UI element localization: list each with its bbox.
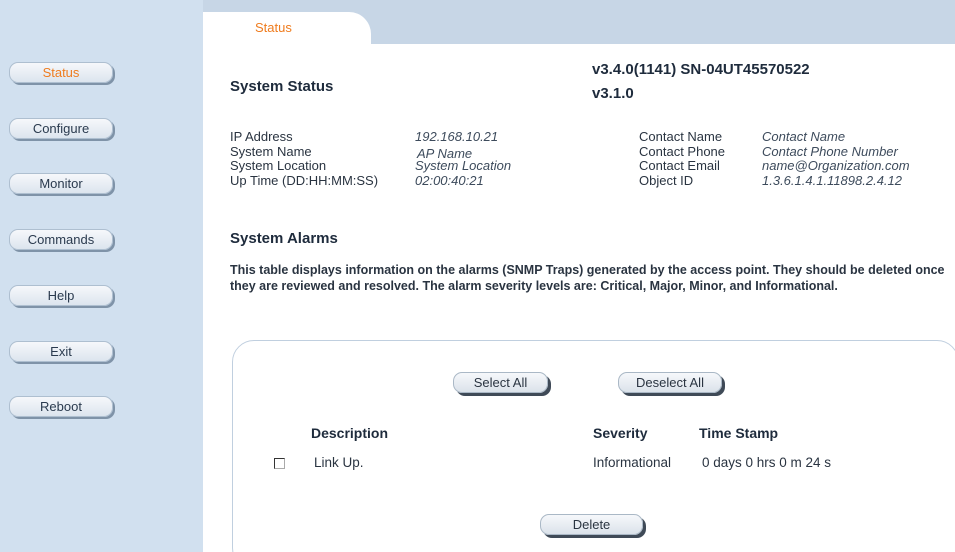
object-id-value: 1.3.6.1.4.1.11898.2.4.12 bbox=[762, 173, 902, 188]
system-status-title: System Status bbox=[230, 78, 334, 95]
column-header-severity: Severity bbox=[593, 425, 648, 441]
nav-help-button[interactable]: Help bbox=[9, 285, 113, 306]
uptime-value: 02:00:40:21 bbox=[415, 173, 484, 188]
contact-phone-value: Contact Phone Number bbox=[762, 144, 898, 159]
nav-configure-button[interactable]: Configure bbox=[9, 118, 113, 139]
nav-commands-button[interactable]: Commands bbox=[9, 229, 113, 250]
tab-strip: Status bbox=[203, 0, 955, 44]
contact-name-label: Contact Name bbox=[639, 129, 723, 144]
alarm-description: Link Up. bbox=[314, 455, 364, 470]
ip-address-label: IP Address bbox=[230, 129, 293, 144]
column-header-description: Description bbox=[311, 425, 389, 441]
delete-button[interactable]: Delete bbox=[540, 514, 643, 535]
alarm-severity: Informational bbox=[593, 455, 672, 470]
alarm-row-checkbox[interactable] bbox=[274, 458, 285, 469]
ip-address-value: 192.168.10.21 bbox=[415, 129, 499, 144]
tab-status[interactable]: Status bbox=[203, 12, 371, 44]
bootloader-version: v3.1.0 bbox=[592, 85, 634, 102]
column-header-timestamp: Time Stamp bbox=[699, 425, 779, 441]
nav-status-button[interactable]: Status bbox=[9, 62, 113, 83]
uptime-label: Up Time (DD:HH:MM:SS) bbox=[230, 173, 379, 188]
tab-status-label: Status bbox=[255, 20, 292, 35]
system-location-value: System Location bbox=[415, 158, 512, 173]
alarms-description: This table displays information on the a… bbox=[230, 263, 945, 293]
contact-name-value: Contact Name bbox=[762, 129, 846, 144]
contact-phone-label: Contact Phone bbox=[639, 144, 726, 159]
object-id-label: Object ID bbox=[639, 173, 694, 188]
system-name-label: System Name bbox=[230, 144, 312, 159]
sidebar: Status Configure Monitor Commands Help E… bbox=[0, 0, 203, 552]
alarms-panel: Select All Deselect All Description Seve… bbox=[232, 340, 955, 552]
nav-monitor-button[interactable]: Monitor bbox=[9, 173, 113, 194]
select-all-button[interactable]: Select All bbox=[453, 372, 548, 393]
system-location-label: System Location bbox=[230, 158, 327, 173]
alarm-timestamp: 0 days 0 hrs 0 m 24 s bbox=[702, 455, 832, 470]
system-alarms-title: System Alarms bbox=[230, 230, 338, 247]
contact-email-label: Contact Email bbox=[639, 158, 720, 173]
nav-exit-button[interactable]: Exit bbox=[9, 341, 113, 362]
deselect-all-button[interactable]: Deselect All bbox=[618, 372, 722, 393]
firmware-version: v3.4.0(1141) SN-04UT45570522 bbox=[592, 61, 810, 78]
contact-email-value: name@Organization.com bbox=[762, 158, 910, 173]
main-content: System Status v3.4.0(1141) SN-04UT455705… bbox=[203, 44, 955, 552]
nav-reboot-button[interactable]: Reboot bbox=[9, 396, 113, 417]
